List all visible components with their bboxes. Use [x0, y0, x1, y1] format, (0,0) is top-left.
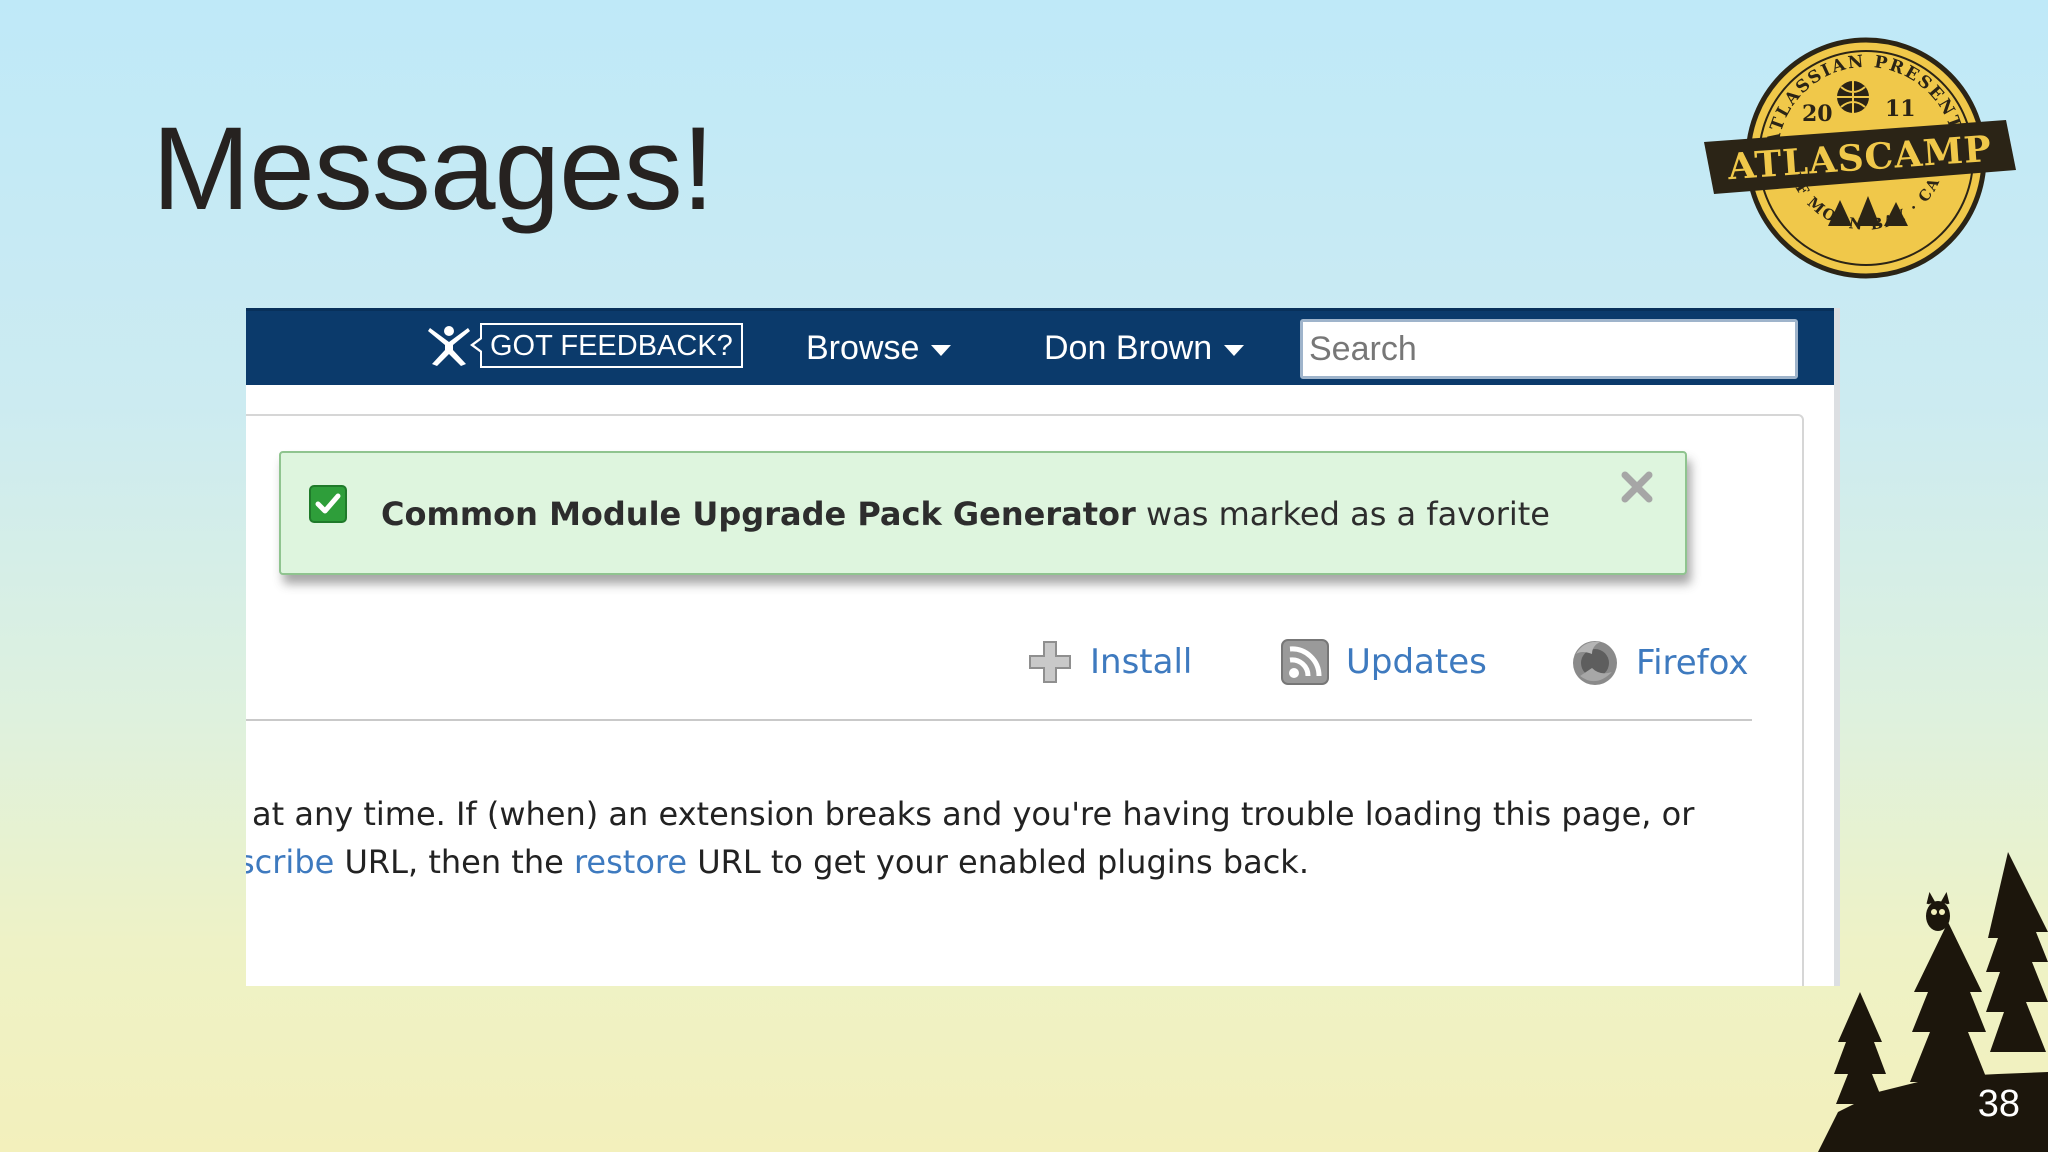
subscribe-link[interactable]: scribe	[246, 843, 334, 881]
atlascamp-logo: ATLASSIAN PRESENTS 20 11 ATLASCAMP HALF …	[1700, 30, 2016, 279]
checkbox-checked-icon	[309, 485, 347, 523]
feedback-widget[interactable]: GOT FEEDBACK?	[426, 322, 743, 368]
scrollbar-edge[interactable]	[1834, 308, 1840, 986]
rss-feed-icon	[1281, 639, 1329, 685]
firefox-icon	[1573, 641, 1617, 685]
search-input[interactable]	[1300, 319, 1798, 379]
updates-link[interactable]: Updates	[1280, 638, 1487, 686]
slide-title: Messages!	[152, 103, 715, 235]
message-subject: Common Module Upgrade Pack Generator	[381, 495, 1136, 533]
user-menu[interactable]: Don Brown	[1044, 329, 1245, 368]
browse-menu[interactable]: Browse	[806, 329, 952, 368]
body-text-line-1: at any time. If (when) an extension brea…	[252, 795, 1695, 833]
svg-text:11: 11	[1885, 96, 1916, 122]
message-body: was marked as a favorite	[1145, 495, 1550, 533]
updates-label: Updates	[1346, 642, 1487, 682]
feedback-person-icon	[428, 326, 470, 366]
firefox-link[interactable]: Firefox	[1570, 638, 1749, 688]
body-text-line-2: scribe URL, then the restore URL to get …	[246, 843, 1309, 881]
success-message: Common Module Upgrade Pack Generator was…	[279, 451, 1687, 575]
svg-text:20: 20	[1802, 101, 1833, 127]
install-label: Install	[1090, 642, 1193, 682]
top-navigation-bar: GOT FEEDBACK? Browse Don Brown	[246, 308, 1840, 385]
app-screenshot: GOT FEEDBACK? Browse Don Brown Common Mo…	[246, 308, 1840, 986]
install-link[interactable]: Install	[1026, 638, 1192, 686]
feedback-button[interactable]: GOT FEEDBACK?	[470, 322, 743, 368]
close-icon[interactable]	[1617, 467, 1657, 507]
browse-menu-label: Browse	[806, 329, 920, 367]
firefox-label: Firefox	[1636, 643, 1749, 683]
message-text: Common Module Upgrade Pack Generator was…	[381, 495, 1550, 533]
plus-icon	[1029, 641, 1071, 683]
body-text-segment: URL, then the	[334, 843, 574, 881]
restore-link[interactable]: restore	[574, 843, 687, 881]
chevron-down-icon	[931, 345, 952, 356]
chevron-down-icon	[1224, 345, 1245, 356]
divider	[246, 719, 1752, 721]
slide-number: 38	[1977, 1083, 2020, 1125]
body-text-segment: URL to get your enabled plugins back.	[687, 843, 1309, 881]
user-menu-label: Don Brown	[1044, 329, 1213, 367]
